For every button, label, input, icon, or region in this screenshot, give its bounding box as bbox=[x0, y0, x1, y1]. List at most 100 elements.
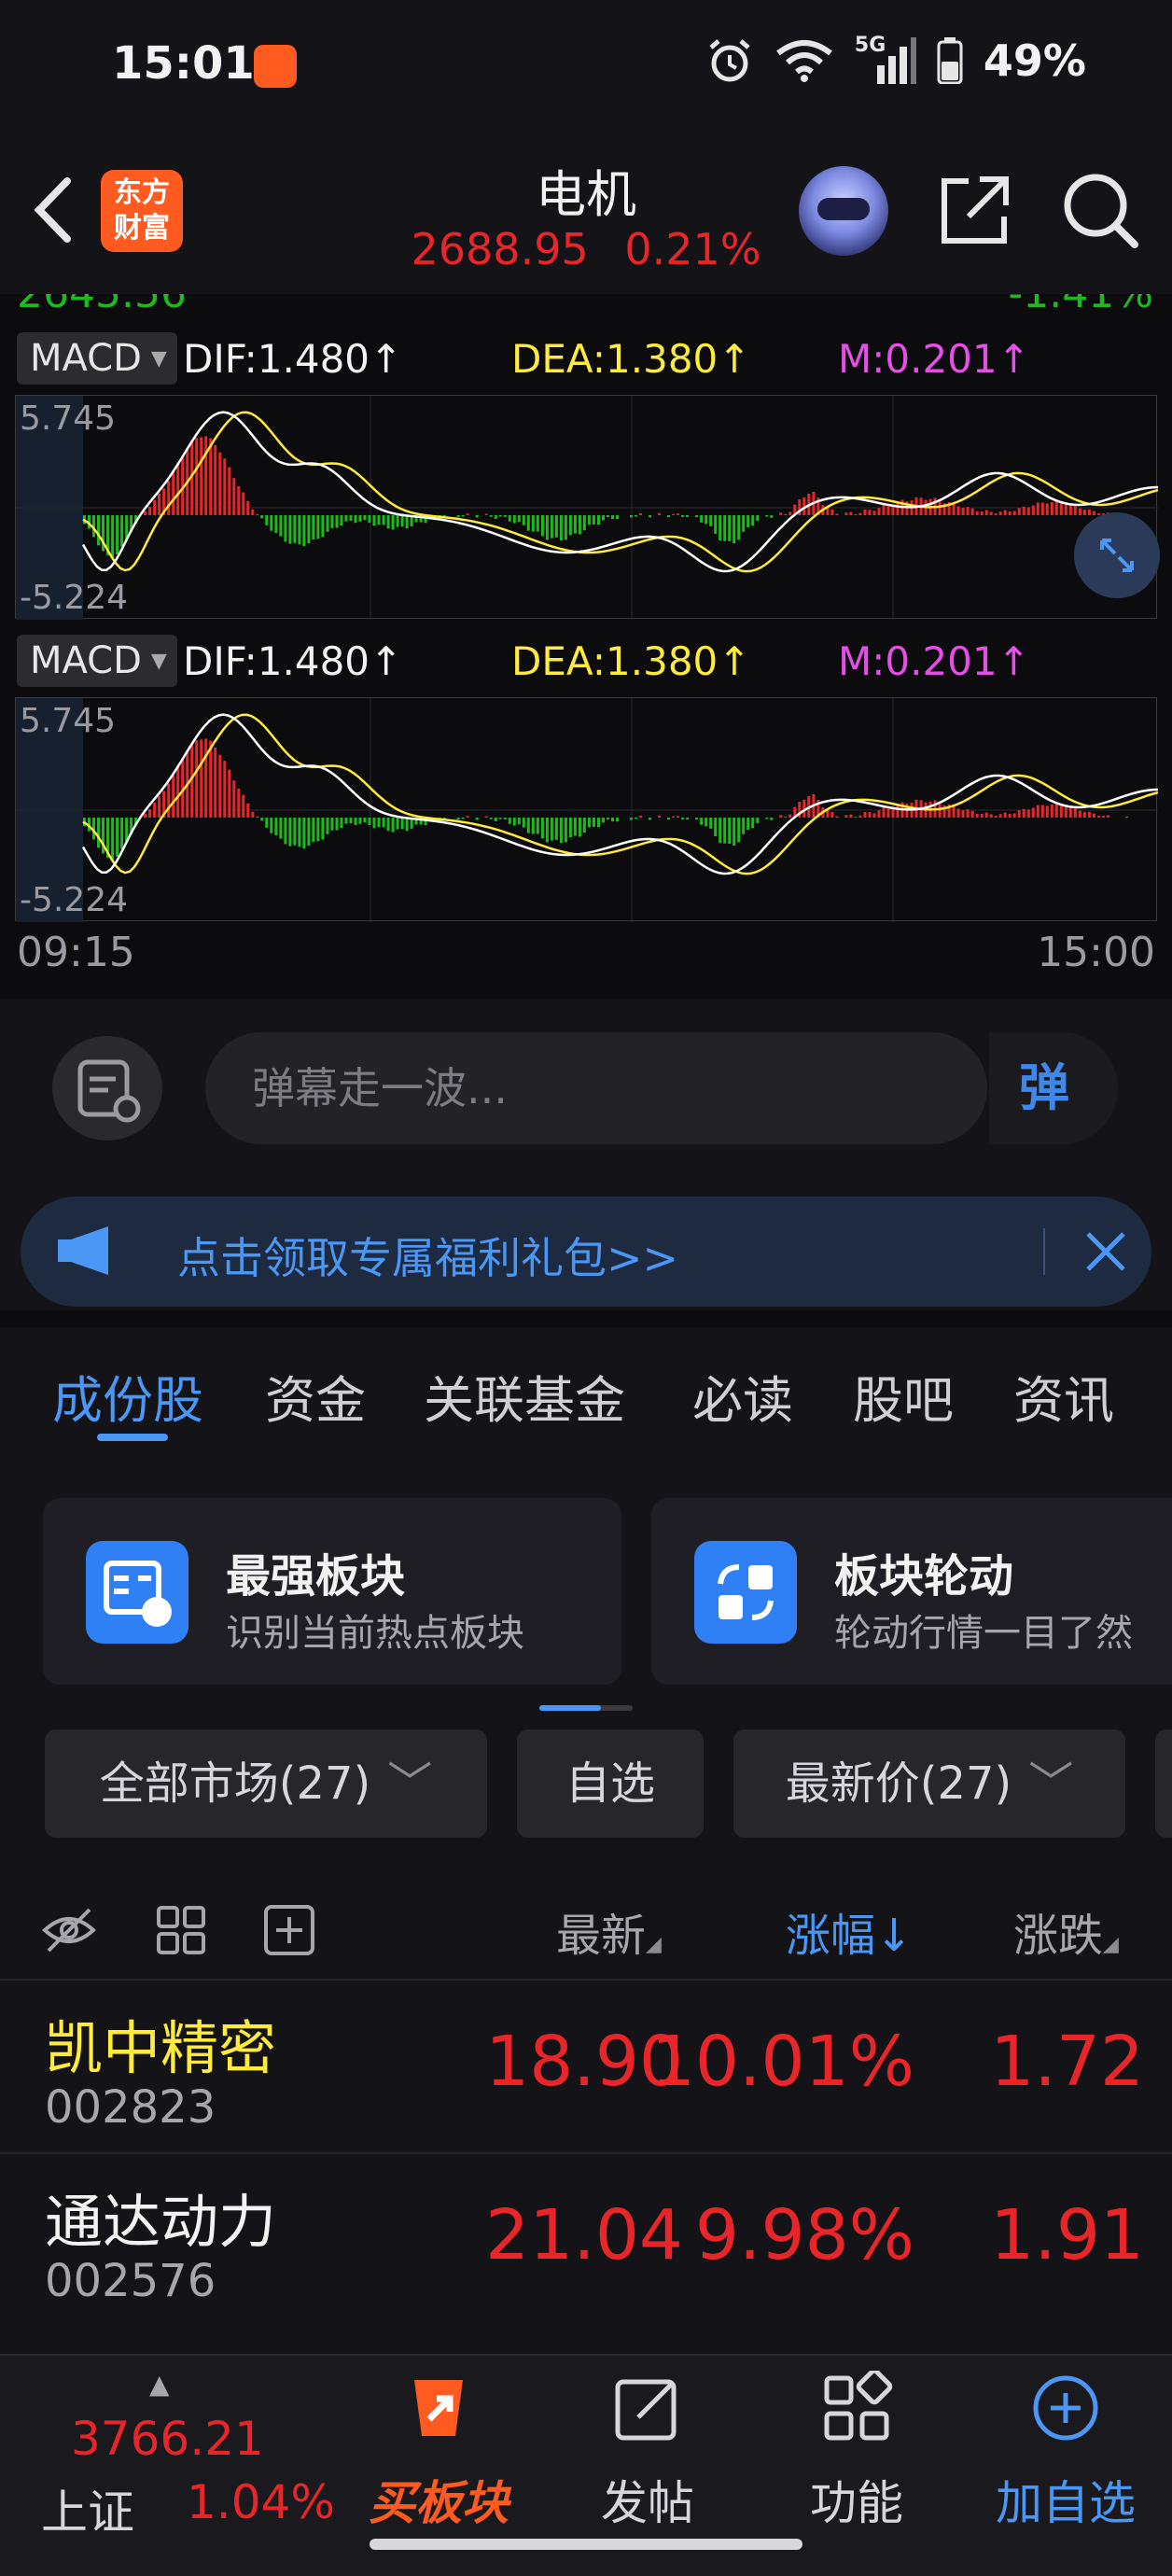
histogram-bar bbox=[564, 818, 567, 843]
histogram-bar bbox=[635, 515, 637, 517]
histogram-bar bbox=[868, 812, 872, 818]
histogram-bar bbox=[1036, 805, 1039, 818]
histogram-bar bbox=[956, 506, 960, 515]
histogram-bar bbox=[844, 815, 848, 818]
app-notification-icon bbox=[254, 45, 297, 88]
share-icon[interactable] bbox=[935, 172, 1013, 250]
histogram-bar bbox=[176, 765, 180, 818]
table-row[interactable]: 凯中精密 002823 18.90 10.01% 1.72 bbox=[0, 1979, 1172, 2152]
tab-constituents[interactable]: 成份股 bbox=[52, 1359, 203, 1433]
histogram-bar bbox=[302, 818, 306, 849]
edit-icon bbox=[615, 2379, 677, 2441]
histogram-bar bbox=[1003, 510, 1007, 515]
market-filter-label: 全部市场(27) bbox=[99, 1757, 371, 1810]
indicator-selector[interactable]: MACD ▼ bbox=[17, 635, 177, 687]
more-filter[interactable] bbox=[1155, 1729, 1172, 1838]
add-box-icon[interactable] bbox=[261, 1902, 317, 1958]
histogram-bar bbox=[307, 515, 311, 544]
indicator-selector[interactable]: MACD ▼ bbox=[17, 332, 177, 385]
tab-funds[interactable]: 资金 bbox=[265, 1359, 366, 1433]
nav-add-watchlist[interactable]: 加自选 bbox=[982, 2371, 1150, 2557]
histogram-bar bbox=[849, 814, 853, 818]
histogram-bar bbox=[354, 818, 357, 826]
histogram-bar bbox=[1059, 805, 1063, 818]
tab-news[interactable]: 资讯 bbox=[1013, 1359, 1114, 1433]
promo-banner[interactable]: 点击领取专属福利礼包>> bbox=[21, 1197, 1151, 1307]
tab-related-funds[interactable]: 关联基金 bbox=[424, 1359, 625, 1433]
histogram-bar bbox=[1026, 507, 1030, 515]
ai-assistant-icon[interactable] bbox=[799, 166, 888, 256]
histogram-bar bbox=[863, 811, 867, 818]
market-filter[interactable]: 全部市场(27) ﹀ bbox=[45, 1729, 487, 1838]
histogram-bar bbox=[635, 818, 637, 819]
histogram-bar bbox=[517, 818, 521, 825]
histogram-bar bbox=[700, 515, 704, 523]
macd-indicator-row-1: MACD ▼ DIF:1.480↑ DEA:1.380↑ M:0.201↑ bbox=[0, 329, 1172, 387]
tab-must-read[interactable]: 必读 bbox=[692, 1359, 793, 1433]
histogram-bar bbox=[607, 515, 609, 517]
histogram-bar bbox=[489, 515, 493, 517]
histogram-bar bbox=[172, 774, 175, 818]
histogram-bar bbox=[400, 818, 404, 830]
close-icon[interactable] bbox=[1075, 1221, 1137, 1282]
histogram-bar bbox=[980, 511, 984, 515]
histogram-bar bbox=[545, 818, 549, 843]
time-end: 15:00 bbox=[1037, 929, 1155, 976]
cellular-signal-icon: 5G bbox=[855, 34, 916, 84]
card-strongest-sector[interactable]: 最强板块 识别当前热点板块 bbox=[43, 1498, 621, 1685]
card-sector-rotation[interactable]: 板块轮动 轮动行情一目了然 bbox=[651, 1498, 1172, 1685]
nav-buy-sector[interactable]: 买板块 bbox=[355, 2371, 523, 2557]
histogram-bar bbox=[321, 818, 325, 840]
histogram-bar bbox=[1012, 511, 1016, 515]
histogram-bar bbox=[709, 818, 713, 829]
col-latest-label: 最新 bbox=[556, 1910, 647, 1962]
card-subtitle: 轮动行情一目了然 bbox=[834, 1612, 1133, 1655]
m-value: M:0.201↑ bbox=[838, 637, 1030, 684]
tab-forum[interactable]: 股吧 bbox=[853, 1359, 954, 1433]
chart-area[interactable]: 2645.56 -1.41% MACD ▼ DIF:1.480↑ DEA:1.3… bbox=[0, 294, 1172, 999]
macd-panel-1[interactable]: 5.745 -5.224 bbox=[15, 395, 1160, 620]
histogram-bar bbox=[400, 515, 404, 527]
danmu-settings-button[interactable] bbox=[52, 1036, 162, 1141]
col-latest[interactable]: 最新◢ bbox=[556, 1898, 662, 1964]
table-row[interactable]: 通达动力 002576 21.04 9.98% 1.91 bbox=[0, 2152, 1172, 2326]
nav-post[interactable]: 发帖 bbox=[564, 2371, 732, 2557]
danmu-send-button[interactable]: 弹 bbox=[989, 1032, 1118, 1144]
stock-change-pct: 9.98% bbox=[694, 2195, 914, 2275]
histogram-bar bbox=[728, 515, 732, 541]
histogram-bar bbox=[531, 515, 535, 532]
histogram-bar bbox=[830, 509, 834, 515]
hide-eye-icon[interactable] bbox=[41, 1902, 97, 1958]
histogram-bar bbox=[116, 818, 119, 857]
danmu-input[interactable]: 弹幕走一波... bbox=[205, 1032, 987, 1144]
histogram-bar bbox=[863, 509, 867, 515]
macd-panel-2[interactable]: 5.745 -5.224 bbox=[15, 697, 1158, 922]
watchlist-filter[interactable]: 自选 bbox=[517, 1729, 704, 1838]
col-change[interactable]: 涨跌◢ bbox=[1013, 1898, 1119, 1964]
search-icon[interactable] bbox=[1058, 168, 1142, 252]
histogram-bar bbox=[709, 515, 713, 526]
histogram-bar bbox=[475, 515, 479, 518]
histogram-bar bbox=[158, 493, 161, 515]
grid-view-icon[interactable] bbox=[153, 1902, 209, 1958]
histogram-bar bbox=[246, 803, 250, 818]
axis-max-label: 5.745 bbox=[20, 399, 117, 438]
histogram-bar bbox=[536, 515, 539, 532]
card-title: 板块轮动 bbox=[834, 1550, 1014, 1603]
col-change-pct[interactable]: 涨幅↓ bbox=[786, 1898, 913, 1964]
nav-functions[interactable]: 功能 bbox=[773, 2368, 941, 2557]
filter-bar: 全部市场(27) ﹀ 自选 最新价(27) ﹀ bbox=[0, 1722, 1172, 1862]
histogram-bar bbox=[214, 747, 217, 818]
expand-chart-button[interactable] bbox=[1074, 512, 1160, 598]
histogram-bar bbox=[242, 492, 245, 515]
histogram-bar bbox=[237, 788, 241, 818]
histogram-bar bbox=[116, 515, 119, 554]
histogram-bar bbox=[714, 818, 718, 836]
latest-price-filter[interactable]: 最新价(27) ﹀ bbox=[733, 1729, 1125, 1838]
histogram-bar bbox=[681, 818, 685, 819]
histogram-bar bbox=[256, 513, 259, 515]
histogram-bar bbox=[592, 515, 595, 525]
histogram-bar bbox=[568, 515, 572, 536]
histogram-bar bbox=[695, 515, 699, 518]
nav-label: 加自选 bbox=[996, 2476, 1136, 2530]
